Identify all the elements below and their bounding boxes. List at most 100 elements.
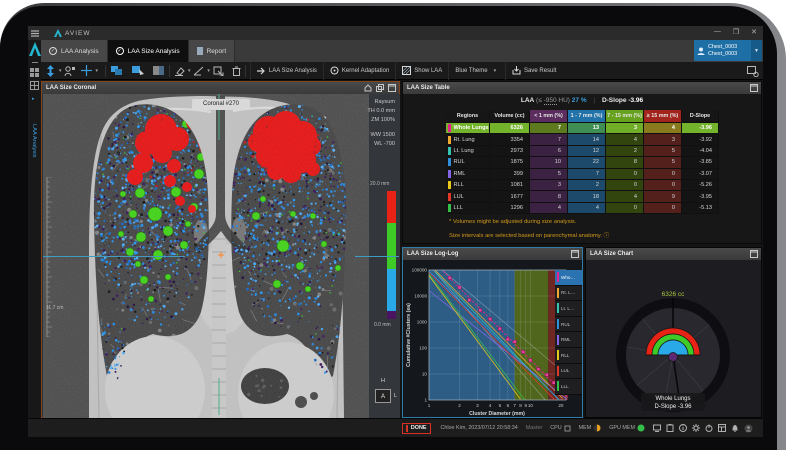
table-row[interactable]: RUL1875102285-3.85 — [446, 157, 719, 168]
segment-tool-icon[interactable] — [110, 65, 123, 76]
table-column-header[interactable]: D-Slope — [682, 110, 719, 123]
table-row[interactable]: Whole Lungs632671334-3.96 — [446, 123, 719, 134]
show-laa-button[interactable]: Show LAA — [395, 62, 448, 80]
table-row[interactable]: RLL10813200-5.26 — [446, 180, 719, 191]
table-row[interactable]: RML3995700-3.07 — [446, 169, 719, 180]
power-icon[interactable] — [705, 424, 713, 432]
cpu-status: CPU — [550, 425, 570, 432]
maximize-button[interactable]: ❐ — [733, 28, 739, 36]
grid-view-icon[interactable] — [30, 68, 39, 77]
svg-text:7: 7 — [513, 403, 516, 408]
polar-summary-chart[interactable]: 6326 ccWhole LungsD-Slope -3.96 — [586, 260, 761, 417]
crosshair-h-right[interactable] — [355, 256, 399, 257]
segment-edit-icon[interactable] — [131, 65, 144, 76]
legend-item[interactable]: Who… — [555, 270, 582, 286]
tab-report[interactable]: Report — [189, 40, 236, 62]
caret-down-icon[interactable]: ▼ — [94, 68, 98, 73]
legend-item[interactable]: RUL — [555, 317, 582, 333]
report-icon — [197, 47, 203, 55]
svg-text:10: 10 — [422, 372, 428, 377]
caret-down-icon[interactable]: ▼ — [206, 68, 210, 73]
table-row[interactable]: Rt. Lung335471443-3.92 — [446, 134, 719, 145]
patient-selector[interactable]: Chest_0003 Chest_0003 ▼ — [694, 40, 762, 61]
caret-down-icon[interactable]: ▼ — [58, 68, 62, 73]
table-column-header[interactable]: Volume (cc) — [490, 110, 530, 123]
theme-selector[interactable]: Blue Theme ▼ — [448, 62, 505, 80]
bell-icon[interactable] — [731, 424, 739, 432]
orientation-box: A — [375, 389, 391, 403]
sidebar-panel-label[interactable]: LAA Analysis — [31, 124, 37, 158]
home-icon[interactable] — [364, 84, 372, 92]
aview-logo-small — [54, 29, 62, 37]
caret-down-icon: ▼ — [493, 68, 497, 73]
close-button[interactable]: ✕ — [751, 28, 757, 36]
compare-tool-icon[interactable] — [152, 65, 165, 76]
layout-grid-icon[interactable] — [30, 81, 39, 90]
tab-laa-analysis[interactable]: ✓ LAA Analysis — [41, 40, 108, 62]
table-column-header[interactable]: ≥ 15 mm (%) — [644, 110, 682, 123]
layers-icon[interactable] — [376, 84, 384, 92]
legend-item[interactable]: Rt. L… — [555, 286, 582, 302]
status-done-badge: DONE — [402, 423, 432, 434]
tab-laa-size-analysis[interactable]: ✓ LAA Size Analysis — [108, 40, 189, 62]
trash-icon[interactable] — [232, 66, 241, 76]
patient-icon — [697, 47, 705, 55]
svg-text:8: 8 — [519, 403, 522, 408]
master-label: Master — [526, 425, 542, 431]
export-grid-icon[interactable] — [213, 66, 224, 76]
maximize-panel-icon[interactable] — [750, 84, 758, 92]
table-column-header[interactable]: 1 - 7 mm (%) — [568, 110, 606, 123]
patient-id-1: Chest_0003 — [708, 44, 737, 51]
left-sidebar: ▸ LAA Analysis — [28, 40, 41, 418]
gpu-status: GPU MEM — [609, 424, 645, 432]
svg-text:4: 4 — [489, 403, 492, 408]
info-icon[interactable] — [679, 424, 687, 432]
aview-logo-large — [29, 42, 41, 56]
gear-icon[interactable] — [692, 424, 700, 432]
table-row[interactable]: LUL167781849-3.95 — [446, 191, 719, 202]
eraser-icon[interactable] — [174, 66, 185, 76]
table-column-header[interactable]: < 1 mm (%) — [530, 110, 568, 123]
svg-text:6326 cc: 6326 cc — [662, 291, 686, 298]
minimize-button[interactable]: — — [714, 28, 721, 36]
app-window: AVIEW — ❐ ✕ ✓ LAA Analysis ✓ LAA Size An… — [28, 26, 763, 437]
measure-icon[interactable] — [193, 66, 204, 76]
maximize-panel-icon[interactable] — [388, 84, 396, 92]
legend-item[interactable]: RLL — [555, 348, 582, 364]
legend-item[interactable]: Lt. L… — [555, 301, 582, 317]
monitor-icon[interactable] — [653, 424, 661, 432]
user-tool-icon[interactable] — [64, 66, 75, 76]
legend-item[interactable]: RML — [555, 332, 582, 348]
laa-size-analysis-button[interactable]: LAA Size Analysis — [250, 62, 323, 80]
user-avatar-icon[interactable] — [744, 424, 753, 433]
caret-down-icon[interactable]: ▼ — [187, 68, 191, 73]
clipboard-icon[interactable] — [666, 424, 674, 432]
scroll-tool-icon[interactable] — [45, 65, 56, 77]
patient-dropdown-caret[interactable]: ▼ — [751, 40, 762, 61]
laa-size-table: RegionsVolume (cc)< 1 mm (%)1 - 7 mm (%)… — [446, 110, 719, 214]
menu-icon[interactable] — [30, 29, 40, 37]
minus-icon[interactable] — [32, 62, 38, 63]
maximize-panel-icon[interactable] — [750, 250, 758, 258]
kernel-adaptation-button[interactable]: Kernel Adaptation — [323, 62, 395, 80]
crosshair-h-left[interactable] — [43, 256, 185, 257]
footnote-2: Size intervals are selected based on par… — [449, 230, 609, 239]
coronal-view-panel: LAA Size Coronal Coronal #270 Raysum TH … — [41, 81, 400, 418]
table-column-header[interactable]: Regions — [446, 110, 490, 123]
collapse-caret-icon[interactable]: ▸ — [32, 96, 35, 102]
svg-text:D-Slope -3.96: D-Slope -3.96 — [654, 404, 692, 410]
svg-text:1000: 1000 — [417, 320, 428, 325]
table-column-header[interactable]: 7 - 15 mm (%) — [606, 110, 644, 123]
maximize-panel-icon[interactable] — [571, 250, 579, 258]
legend-item[interactable]: LUL — [555, 364, 582, 380]
svg-text:Cumulative #Clusters (ea): Cumulative #Clusters (ea) — [406, 303, 412, 367]
apps-grid-icon[interactable] — [718, 424, 726, 432]
crosshair-tool-icon[interactable] — [81, 65, 92, 76]
svg-text:1: 1 — [424, 398, 427, 403]
table-row[interactable]: LLL12964400-5.13 — [446, 203, 719, 214]
layout-settings-icon[interactable] — [747, 66, 759, 77]
svg-text:3: 3 — [476, 403, 479, 408]
table-row[interactable]: Lt. Lung297361225-4.04 — [446, 146, 719, 157]
legend-item[interactable]: LLL — [555, 379, 582, 395]
save-result-button[interactable]: Save Result — [505, 62, 562, 80]
